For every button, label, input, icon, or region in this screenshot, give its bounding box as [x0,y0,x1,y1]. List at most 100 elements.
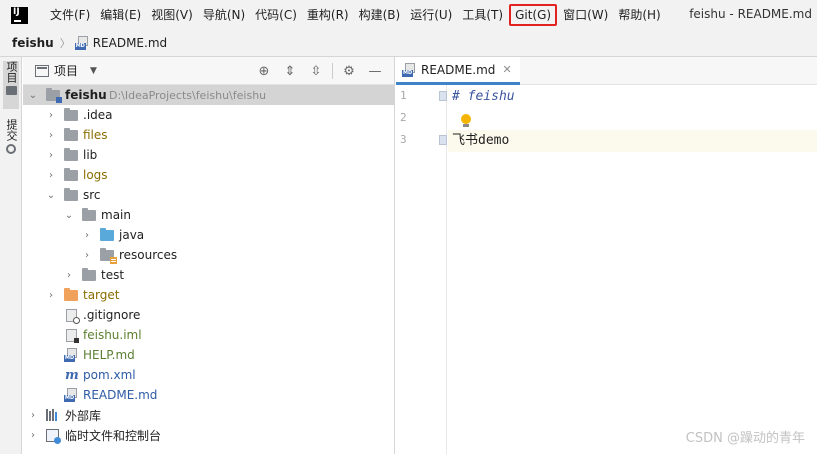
folder-icon [82,207,96,221]
markdown-file-icon: MD [64,348,78,362]
tree-label: feishu.iml [83,328,142,342]
tree-row-main[interactable]: ⌄ main [23,205,394,225]
tree-label: main [101,208,131,222]
locate-icon[interactable]: ⊕ [251,64,277,79]
chevron-down-icon[interactable]: ⌄ [63,210,75,221]
fold-marker-icon[interactable] [439,135,447,145]
tree-row-idea[interactable]: › .idea [23,105,394,125]
code-line-2[interactable] [448,108,817,130]
menu-git[interactable]: Git(G) [509,4,558,26]
menu-edit[interactable]: 编辑(E) [95,4,146,26]
folder-icon [64,127,78,141]
folder-icon [64,187,78,201]
fold-marker-icon[interactable] [439,91,447,101]
excluded-folder-icon [64,287,78,301]
chevron-right-icon[interactable]: › [45,150,57,161]
chevron-right-icon[interactable]: › [27,410,39,421]
line-number: 1 [400,89,407,102]
tree-row-lib[interactable]: › lib [23,145,394,165]
tree-row-help-md[interactable]: MD HELP.md [23,345,394,365]
expand-all-icon[interactable]: ⇕ [277,64,303,79]
tree-row-readme-md[interactable]: MD README.md [23,385,394,405]
menu-build[interactable]: 构建(B) [354,4,406,26]
chevron-right-icon[interactable]: › [45,290,57,301]
tree-row-external-libraries[interactable]: › 外部库 [23,405,394,425]
close-icon[interactable]: ✕ [502,63,511,76]
menu-refactor[interactable]: 重构(R) [302,4,354,26]
project-panel-toolbar: ⊕ ⇕ ⇳ ⚙ — [251,57,388,85]
menu-window[interactable]: 窗口(W) [558,4,613,26]
menu-file[interactable]: 文件(F) [45,4,95,26]
tree-row-target[interactable]: › target [23,285,394,305]
tree-label: files [83,128,108,142]
tree-row-resources[interactable]: › resources [23,245,394,265]
chevron-right-icon[interactable]: › [27,430,39,441]
tree-row-feishu[interactable]: ⌄ feishu D:\IdeaProjects\feishu\feishu [23,85,394,105]
tree-label: java [119,228,145,242]
tree-row-test[interactable]: › test [23,265,394,285]
markdown-file-icon: MD [64,388,78,402]
tree-row-files[interactable]: › files [23,125,394,145]
tree-path: D:\IdeaProjects\feishu\feishu [109,88,267,102]
iml-file-icon [66,328,79,343]
resources-folder-icon [100,247,117,264]
chevron-right-icon[interactable]: › [81,230,93,241]
tree-label: .gitignore [83,308,141,322]
intellij-logo-icon[interactable]: IJ [11,6,28,24]
project-tool-button[interactable]: 项目 [3,61,19,109]
tree-row-gitignore[interactable]: .gitignore [23,305,394,325]
breadcrumb-project[interactable]: feishu [12,36,54,50]
chevron-right-icon[interactable]: › [45,130,57,141]
menu-tools[interactable]: 工具(T) [457,4,508,26]
chevron-right-icon[interactable]: › [63,270,75,281]
menu-navigate[interactable]: 导航(N) [198,4,250,26]
chevron-right-icon[interactable]: › [45,110,57,121]
gear-icon[interactable]: ⚙ [336,64,362,79]
tree-label: .idea [83,108,113,122]
lightbulb-icon[interactable] [461,114,471,128]
breadcrumb-file[interactable]: README.md [93,36,167,50]
code-line-3[interactable]: 飞书demo [448,130,817,152]
line-number: 3 [400,133,407,146]
project-panel-title[interactable]: 项目 [54,62,78,79]
code-text: 飞书demo [452,133,510,148]
project-tool-label: 项目 [5,61,18,83]
tree-label: resources [119,248,178,262]
maven-file-icon: m [65,367,79,383]
commit-tool-button[interactable]: 提交 [3,119,19,165]
tree-row-logs[interactable]: › logs [23,165,394,185]
menu-view[interactable]: 视图(V) [146,4,198,26]
tab-label: README.md [421,62,496,77]
tree-row-src[interactable]: ⌄ src [23,185,394,205]
source-folder-icon [100,227,114,241]
tab-readme[interactable]: MD README.md ✕ [396,57,520,85]
tree-row-java[interactable]: › java [23,225,394,245]
tree-row-feishu-iml[interactable]: feishu.iml [23,325,394,345]
minimize-icon[interactable]: — [362,64,388,79]
tree-label: lib [83,148,98,162]
folder-icon [64,147,78,161]
menu-code[interactable]: 代码(C) [250,4,302,26]
project-view-icon [35,64,49,77]
chevron-down-icon[interactable]: ▼ [90,66,97,76]
watermark: CSDN @躁动的青年 [685,431,805,446]
menu-help[interactable]: 帮助(H) [613,4,665,26]
chevron-right-icon[interactable]: › [81,250,93,261]
chevron-down-icon[interactable]: ⌄ [45,190,57,201]
library-icon [46,409,60,421]
collapse-all-icon[interactable]: ⇳ [303,64,329,79]
code-line-1[interactable]: # feishu [448,86,817,108]
menu-run[interactable]: 运行(U) [405,4,457,26]
chevron-right-icon[interactable]: › [45,170,57,181]
editor-gutter: 1 2 3 [396,85,447,454]
tree-label: README.md [83,388,158,402]
markdown-heading: # feishu [452,89,515,104]
module-folder-icon [46,87,62,103]
tree-row-pom-xml[interactable]: m pom.xml [23,365,394,385]
markdown-file-icon: MD [402,62,416,77]
gitignore-file-icon [66,308,80,324]
tree-row-scratches[interactable]: › 临时文件和控制台 [23,425,394,445]
tree-label: target [83,288,120,302]
folder-icon [5,86,17,95]
chevron-down-icon[interactable]: ⌄ [27,90,39,101]
